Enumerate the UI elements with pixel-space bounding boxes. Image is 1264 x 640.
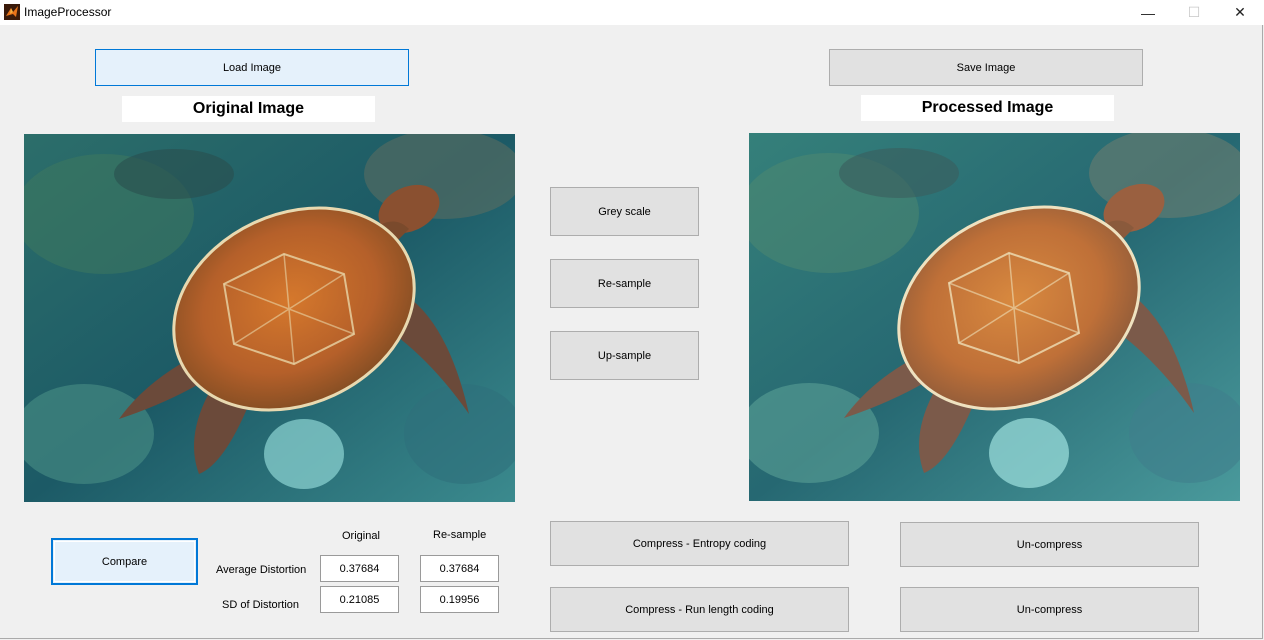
sd-distortion-label: SD of Distortion <box>222 599 300 611</box>
processed-image-panel <box>749 133 1240 501</box>
original-image-panel <box>24 134 515 502</box>
avg-distortion-original-field[interactable]: 0.37684 <box>320 555 399 582</box>
resample-button[interactable]: Re-sample <box>550 259 699 308</box>
maximize-button[interactable]: ☐ <box>1171 0 1217 25</box>
save-image-button[interactable]: Save Image <box>829 49 1143 86</box>
minimize-icon: — <box>1141 4 1155 21</box>
minimize-button[interactable]: — <box>1125 0 1171 25</box>
compare-button[interactable]: Compare <box>51 538 198 585</box>
processed-turtle-image <box>749 133 1240 501</box>
maximize-icon: ☐ <box>1187 4 1201 20</box>
close-icon: ✕ <box>1234 4 1246 20</box>
column-header-original: Original <box>342 530 380 542</box>
matlab-icon <box>4 4 20 20</box>
sd-distortion-original-field[interactable]: 0.21085 <box>320 586 399 613</box>
original-image-label: Original Image <box>122 96 375 122</box>
avg-distortion-resample-field[interactable]: 0.37684 <box>420 555 499 582</box>
original-turtle-image <box>24 134 515 502</box>
close-button[interactable]: ✕ <box>1217 0 1263 25</box>
window-title: ImageProcessor <box>24 5 112 19</box>
uncompress-entropy-button[interactable]: Un-compress <box>900 522 1199 567</box>
upsample-button[interactable]: Up-sample <box>550 331 699 380</box>
compress-entropy-button[interactable]: Compress - Entropy coding <box>550 521 849 566</box>
uncompress-rle-button[interactable]: Un-compress <box>900 587 1199 632</box>
title-bar: ImageProcessor — ☐ ✕ <box>0 0 1264 25</box>
load-image-button[interactable]: Load Image <box>95 49 409 86</box>
grey-scale-button[interactable]: Grey scale <box>550 187 699 236</box>
column-header-resample: Re-sample <box>433 529 487 541</box>
compress-rle-button[interactable]: Compress - Run length coding <box>550 587 849 632</box>
processed-image-label: Processed Image <box>861 95 1114 121</box>
sd-distortion-resample-field[interactable]: 0.19956 <box>420 586 499 613</box>
average-distortion-label: Average Distortion <box>216 564 307 576</box>
